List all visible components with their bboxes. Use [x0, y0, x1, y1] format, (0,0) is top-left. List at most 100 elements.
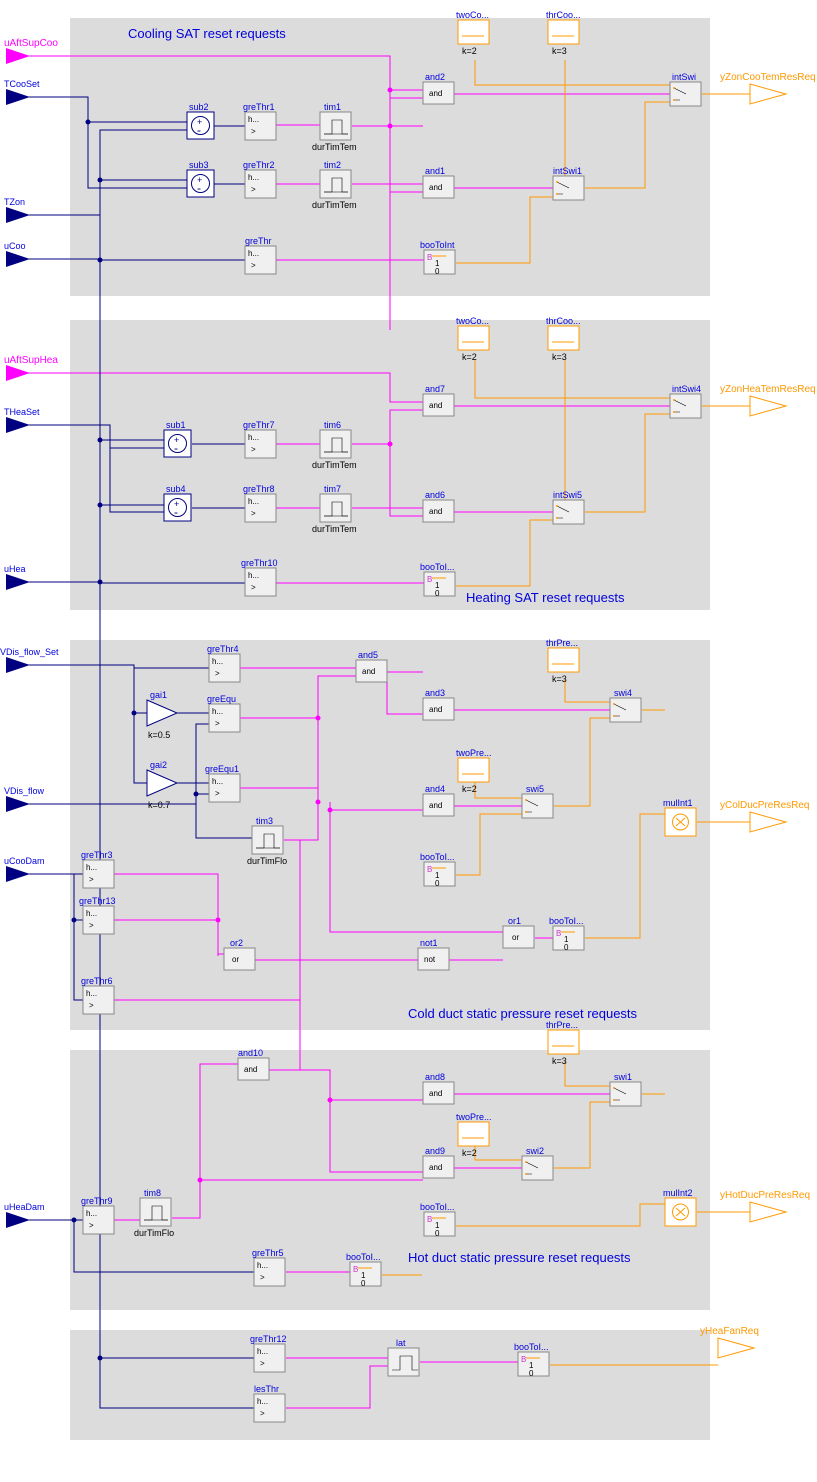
svg-text:thrPre...: thrPre... [546, 638, 578, 648]
block-greThr6 [83, 986, 114, 1014]
svg-text:intSwi4: intSwi4 [672, 384, 701, 394]
svg-text:yHeaFanReq: yHeaFanReq [700, 1326, 759, 1337]
svg-text:sub2: sub2 [189, 102, 209, 112]
block-sub2 [187, 112, 214, 139]
const-thrCoo2 [548, 326, 579, 350]
block-or2 [224, 948, 255, 970]
svg-text:k=3: k=3 [552, 1056, 567, 1066]
input-uHeaDam: uHeaDam [4, 1202, 45, 1228]
output-yZonCooTemResReq: yZonCooTemResReq [720, 72, 816, 104]
block-greThr7 [245, 430, 276, 458]
block-greThr3 [83, 860, 114, 888]
block-greThr5 [254, 1258, 285, 1286]
block-lesThr [254, 1394, 285, 1422]
block-intSwi4 [670, 394, 701, 418]
svg-text:k=3: k=3 [552, 352, 567, 362]
svg-text:k=0.7: k=0.7 [148, 800, 170, 810]
svg-text:and4: and4 [425, 784, 445, 794]
svg-text:and: and [429, 401, 442, 410]
block-booToI-heat [424, 572, 455, 598]
svg-text:k=3: k=3 [552, 674, 567, 684]
block-mulInt2 [665, 1198, 696, 1226]
svg-text:swi2: swi2 [526, 1146, 544, 1156]
svg-text:greThr12: greThr12 [250, 1334, 287, 1344]
block-booToI-hot2 [350, 1262, 381, 1288]
block-tim3 [252, 826, 283, 854]
svg-text:and9: and9 [425, 1146, 445, 1156]
const-twoCo [458, 20, 489, 44]
svg-text:k=2: k=2 [462, 1148, 477, 1158]
svg-text:TZon: TZon [4, 197, 25, 207]
svg-text:and: and [429, 1089, 442, 1098]
block-booToI-cold2 [553, 926, 584, 952]
svg-text:tim6: tim6 [324, 420, 341, 430]
block-booToI-fan [518, 1352, 549, 1378]
block-greThr8 [245, 494, 276, 522]
svg-text:sub3: sub3 [189, 160, 209, 170]
svg-text:booToI...: booToI... [420, 1202, 455, 1212]
block-swi1 [610, 1082, 641, 1106]
svg-text:and6: and6 [425, 490, 445, 500]
svg-text:k=3: k=3 [552, 46, 567, 56]
svg-text:and: and [429, 705, 442, 714]
svg-text:or: or [232, 955, 239, 964]
svg-text:greThr1: greThr1 [243, 102, 275, 112]
svg-text:k=2: k=2 [462, 46, 477, 56]
svg-text:booToInt: booToInt [420, 240, 455, 250]
svg-text:and1: and1 [425, 166, 445, 176]
svg-text:not: not [424, 955, 436, 964]
svg-text:k=0.5: k=0.5 [148, 730, 170, 740]
block-tim6 [320, 430, 351, 458]
svg-text:and: and [429, 183, 442, 192]
input-TZon: TZon [4, 197, 30, 223]
block-greThr2 [245, 170, 276, 198]
block-sub1 [164, 430, 191, 457]
const-thrCoo [548, 20, 579, 44]
svg-text:uAftSupHea: uAftSupHea [4, 355, 58, 366]
block-tim1 [320, 112, 351, 140]
svg-text:lat: lat [396, 1338, 406, 1348]
svg-text:VDis_flow: VDis_flow [4, 786, 45, 796]
svg-text:uCooDam: uCooDam [4, 856, 45, 866]
svg-text:uHea: uHea [4, 564, 26, 574]
svg-text:yZonCooTemResReq: yZonCooTemResReq [720, 72, 816, 83]
svg-text:and: and [362, 667, 375, 676]
svg-text:booToI...: booToI... [420, 562, 455, 572]
block-booToI-hot [424, 1212, 455, 1238]
input-TCooSet: TCooSet [4, 79, 40, 105]
svg-text:twoPre...: twoPre... [456, 1112, 492, 1122]
svg-text:sub4: sub4 [166, 484, 186, 494]
svg-text:durTimFlo: durTimFlo [134, 1228, 174, 1238]
block-greThr1 [245, 112, 276, 140]
svg-text:greThr13: greThr13 [79, 896, 116, 906]
svg-text:not1: not1 [420, 938, 438, 948]
block-tim2 [320, 170, 351, 198]
svg-text:mulInt1: mulInt1 [663, 798, 693, 808]
svg-text:or1: or1 [508, 916, 521, 926]
input-VDis_flow: VDis_flow [4, 786, 45, 812]
block-greEqu1 [209, 774, 240, 802]
svg-text:twoCo...: twoCo... [456, 10, 489, 20]
svg-text:intSwi: intSwi [672, 72, 696, 82]
output-yColDucPreResReq: yColDucPreResReq [720, 800, 809, 832]
svg-text:k=2: k=2 [462, 352, 477, 362]
svg-text:twoCo...: twoCo... [456, 316, 489, 326]
block-booToI-cold [424, 862, 455, 888]
input-uAftSupCoo: uAftSupCoo [4, 38, 58, 64]
svg-text:durTimTem: durTimTem [312, 524, 357, 534]
svg-text:tim3: tim3 [256, 816, 273, 826]
svg-text:greEqu: greEqu [207, 694, 236, 704]
const-twoCo2 [458, 326, 489, 350]
svg-text:durTimTem: durTimTem [312, 200, 357, 210]
block-swi4 [610, 698, 641, 722]
svg-text:and2: and2 [425, 72, 445, 82]
input-THeaSet: THeaSet [4, 407, 40, 433]
const-thrPre2 [548, 1030, 579, 1054]
svg-text:and: and [429, 89, 442, 98]
svg-text:greEqu1: greEqu1 [205, 764, 239, 774]
svg-text:yZonHeaTemResReq: yZonHeaTemResReq [720, 384, 816, 395]
svg-text:swi1: swi1 [614, 1072, 632, 1082]
svg-text:tim2: tim2 [324, 160, 341, 170]
block-sub4 [164, 494, 191, 521]
svg-text:intSwi1: intSwi1 [553, 166, 582, 176]
